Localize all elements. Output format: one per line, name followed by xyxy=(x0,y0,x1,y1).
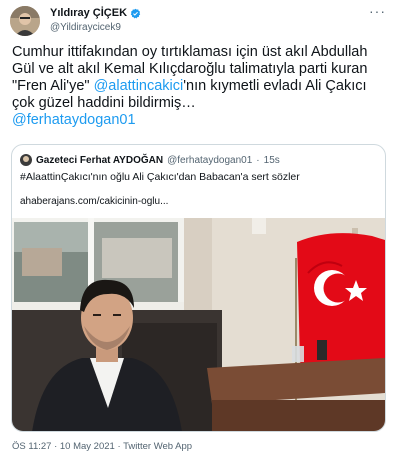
quoted-author-handle: @ferhataydogan01 xyxy=(167,154,253,166)
author-display-name[interactable]: Yıldıray ÇİÇEK xyxy=(50,7,127,20)
more-options-icon[interactable]: ··· xyxy=(369,4,385,18)
author-names: Yıldıray ÇİÇEK @Yildiraycicek9 xyxy=(50,7,141,35)
author-handle[interactable]: @Yildiraycicek9 xyxy=(50,21,141,35)
tweet-header: Yıldıray ÇİÇEK @Yildiraycicek9 ··· xyxy=(8,4,389,38)
quoted-tweet-link[interactable]: ahaberajans.com/cakicinin-oglu... xyxy=(20,195,168,208)
quoted-tweet[interactable]: Gazeteci Ferhat AYDOĞAN @ferhataydogan01… xyxy=(11,144,386,432)
mention-alattincakici[interactable]: @alattincakici xyxy=(94,78,184,94)
mention-ferhataydogan01[interactable]: @ferhataydogan01 xyxy=(12,112,136,128)
tweet-text: Cumhur ittifakından oy tırtıklaması için… xyxy=(12,44,388,129)
quoted-tweet-photo[interactable] xyxy=(12,218,385,431)
quoted-author-name[interactable]: Gazeteci Ferhat AYDOĞAN xyxy=(36,155,163,166)
quoted-tweet-text: #AlaattinÇakıcı'nın oğlu Ali Çakıcı'dan … xyxy=(20,171,300,183)
quoted-author-avatar[interactable] xyxy=(20,154,32,166)
quoted-separator: · xyxy=(256,154,260,166)
verified-badge-icon xyxy=(130,8,141,19)
tweet-timestamp[interactable]: ÖS 11:27 · 10 May 2021 · Twitter Web App xyxy=(12,441,192,452)
quoted-tweet-header: Gazeteci Ferhat AYDOĞAN @ferhataydogan01… xyxy=(20,153,280,167)
author-avatar[interactable] xyxy=(10,6,40,36)
quoted-time[interactable]: 15s xyxy=(264,155,280,166)
